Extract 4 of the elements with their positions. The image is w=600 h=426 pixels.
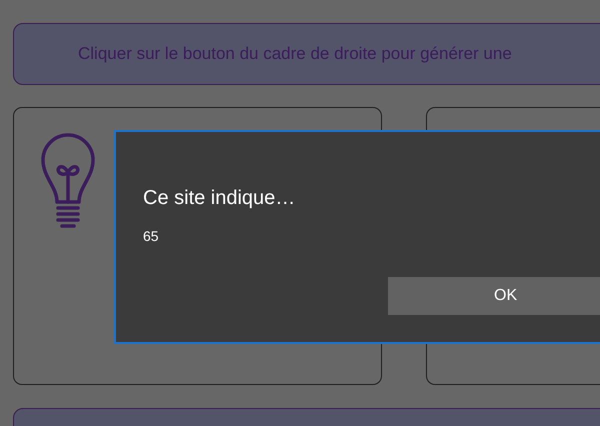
- ok-button[interactable]: OK: [388, 277, 600, 315]
- dialog-message: 65: [143, 228, 160, 244]
- lightbulb-icon: [40, 132, 96, 230]
- dialog-title: Ce site indique…: [143, 187, 296, 210]
